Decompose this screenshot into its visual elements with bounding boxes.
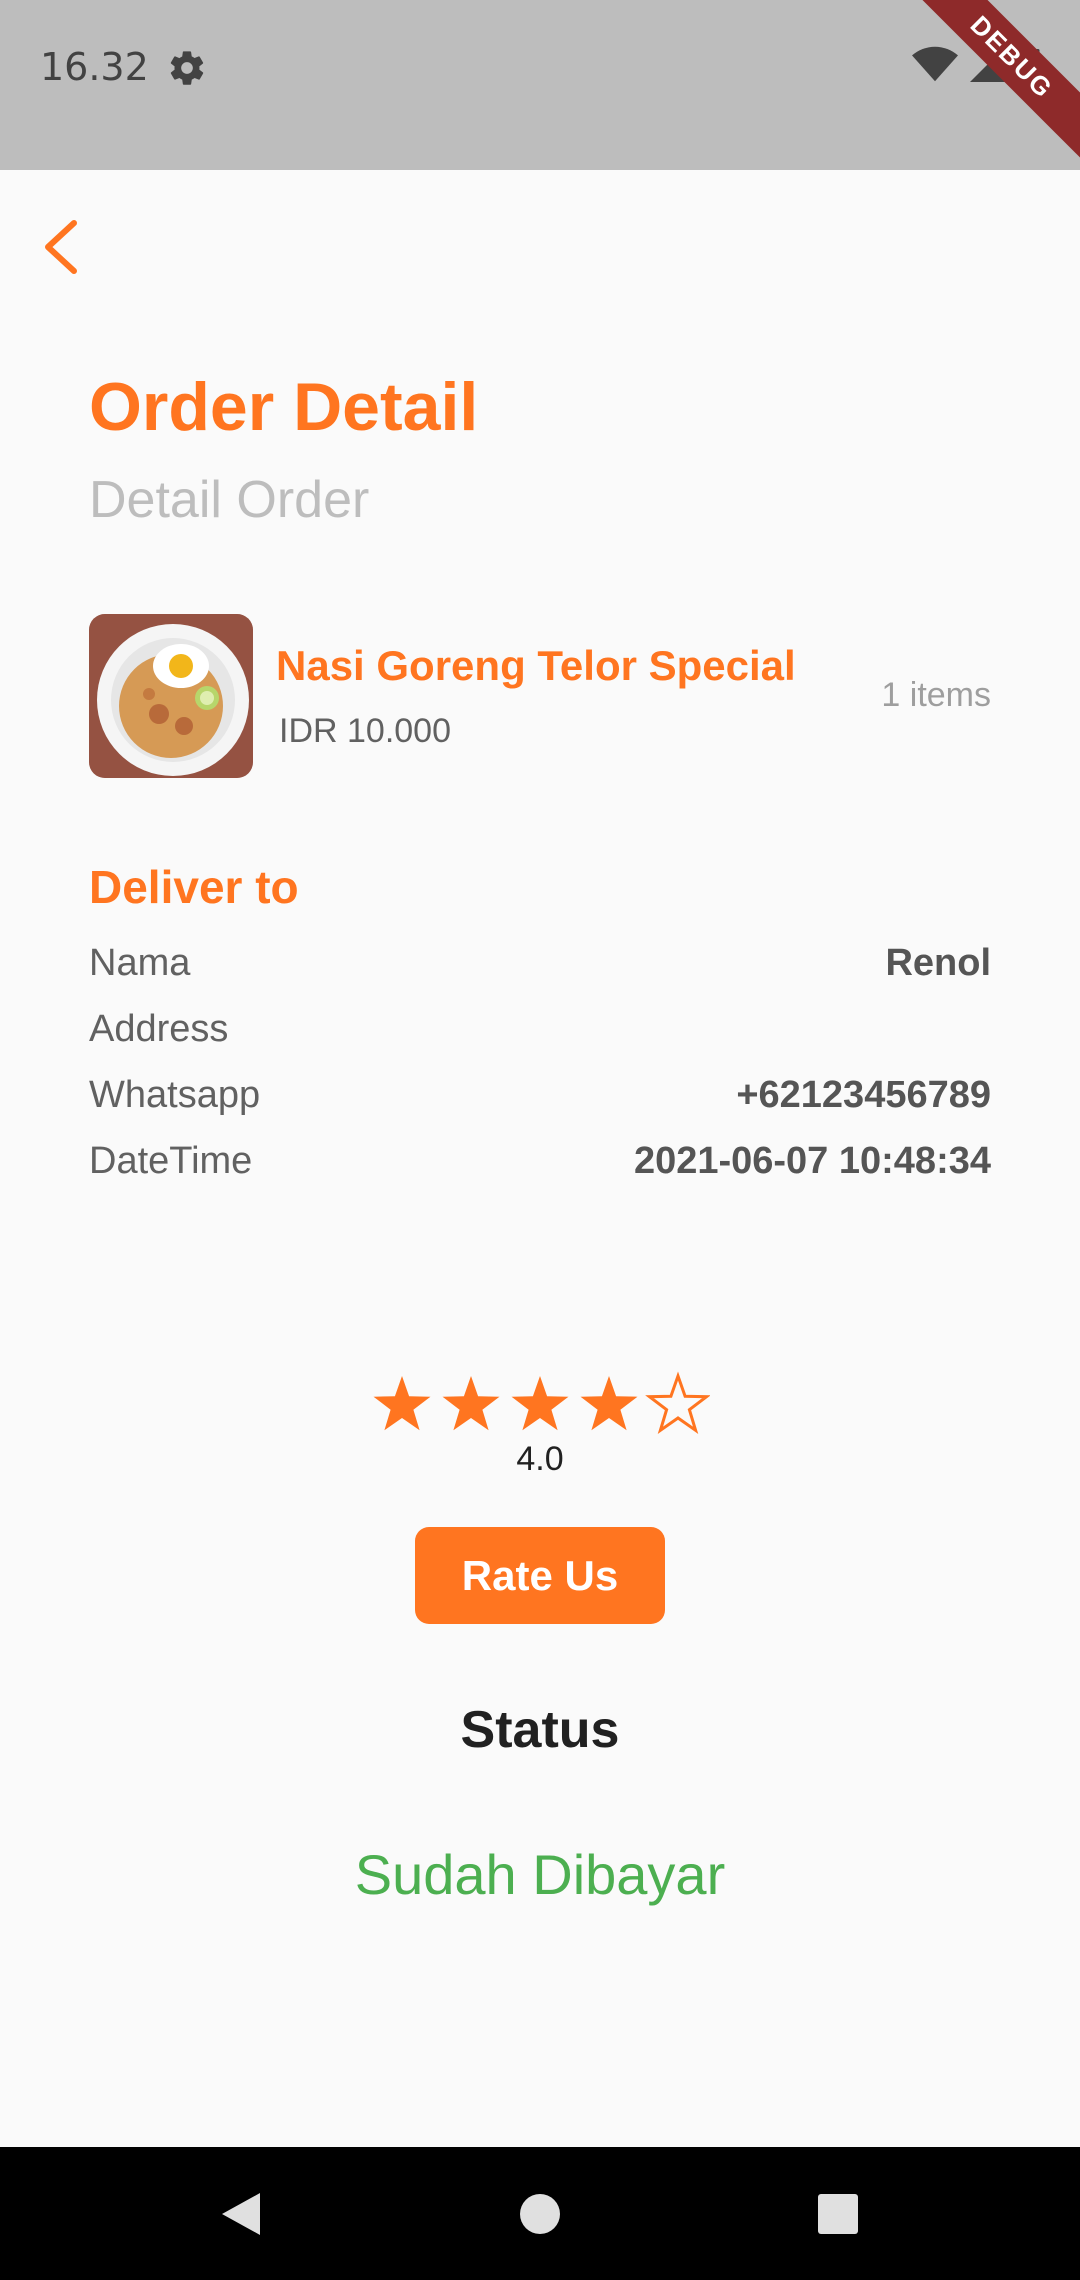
star-filled-icon[interactable]: [442, 1376, 500, 1431]
nav-home-icon[interactable]: [503, 2177, 577, 2251]
info-row-whatsapp: Whatsapp +62123456789: [89, 1074, 991, 1134]
rating-value: 4.0: [516, 1440, 564, 1478]
item-name: Nasi Goreng Telor Special: [276, 642, 796, 689]
status-bar: 16.32 DEBUG: [0, 0, 1080, 170]
status-title: Status: [460, 1701, 620, 1759]
page-title: Order Detail: [89, 369, 479, 445]
info-label: Address: [89, 1008, 229, 1050]
item-quantity: 1 items: [881, 676, 991, 714]
order-item: Nasi Goreng Telor Special IDR 10.000 1 i…: [89, 614, 991, 778]
info-value: Renol: [885, 942, 991, 984]
nav-recents-icon[interactable]: [801, 2177, 875, 2251]
back-arrow-icon[interactable]: [36, 215, 86, 279]
info-label: DateTime: [89, 1140, 253, 1182]
info-value: 2021-06-07 10:48:34: [633, 1140, 991, 1182]
star-filled-icon[interactable]: [580, 1376, 638, 1431]
status-time: 16.32: [40, 45, 149, 89]
navigation-bar: [0, 2147, 1080, 2280]
info-value: +62123456789: [736, 1074, 991, 1116]
rate-us-button[interactable]: Rate Us: [415, 1527, 665, 1624]
info-row-address: Address: [89, 1008, 991, 1068]
star-empty-icon[interactable]: [645, 1371, 710, 1435]
item-price: IDR 10.000: [279, 712, 451, 750]
star-filled-icon[interactable]: [373, 1376, 431, 1431]
rating-stars[interactable]: [370, 1370, 710, 1440]
page-subtitle: Detail Order: [89, 471, 370, 529]
info-label: Whatsapp: [89, 1074, 261, 1116]
wifi-icon: [912, 46, 958, 82]
settings-gear-icon: [170, 51, 204, 85]
deliver-to-title: Deliver to: [89, 861, 299, 913]
info-label: Nama: [89, 942, 191, 984]
nav-back-icon[interactable]: [204, 2177, 278, 2251]
status-value: Sudah Dibayar: [354, 1843, 726, 1906]
info-row-nama: Nama Renol: [89, 942, 991, 1002]
debug-banner: DEBUG: [903, 0, 1080, 166]
star-filled-icon[interactable]: [511, 1376, 569, 1431]
food-image: [89, 614, 253, 778]
info-row-datetime: DateTime 2021-06-07 10:48:34: [89, 1140, 991, 1200]
